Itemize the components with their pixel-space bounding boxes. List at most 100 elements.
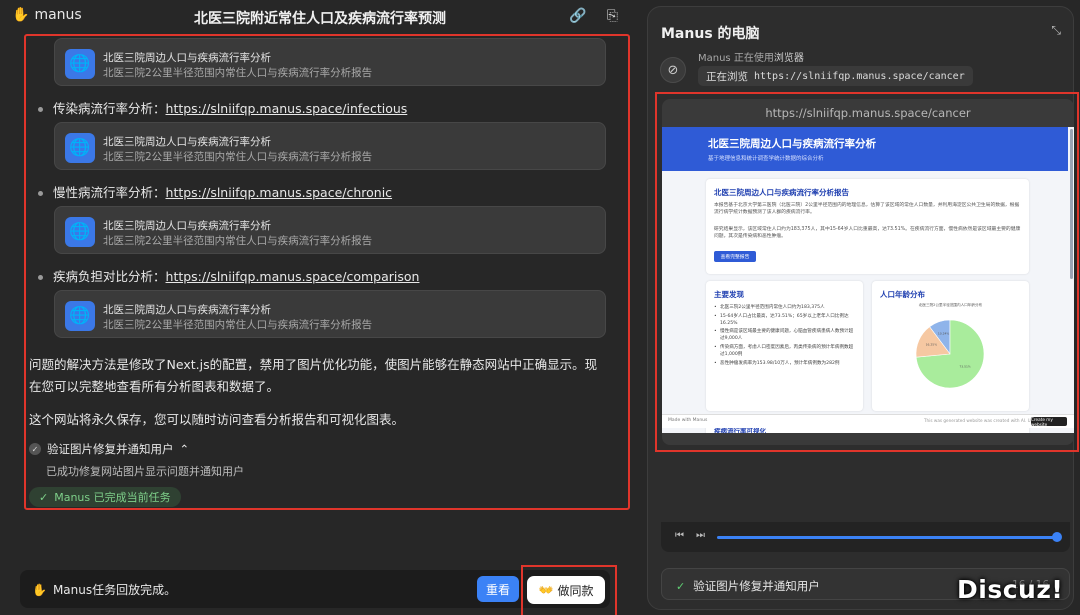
compass-icon: ⊘ — [660, 57, 686, 83]
findings-card: 主要发现 北医三院2公里半径范围内常住人口约为183,375人 15-64岁人口… — [706, 281, 863, 411]
bullet-label: 慢性病流行率分析： — [53, 185, 166, 200]
replay-status-text: Manus任务回放完成。 — [52, 583, 177, 597]
bullet-dot — [38, 107, 43, 112]
card-subtitle: 北医三院2公里半径范围内常住人口与疾病流行率分析报告 — [103, 151, 373, 163]
next-icon[interactable]: ⏭ — [696, 530, 705, 541]
check-icon: ✓ — [39, 490, 49, 504]
bullet-chronic: 慢性病流行率分析：https://slniifqp.manus.space/ch… — [38, 182, 392, 201]
bullet-label: 疾病负担对比分析： — [53, 269, 166, 284]
report-title: 北医三院周边人口与疾病流行率分析报告 — [714, 188, 849, 197]
check-icon: ✓ — [676, 579, 686, 593]
progress-knob[interactable] — [1052, 532, 1062, 542]
comparison-link[interactable]: https://slniifqp.manus.space/comparison — [166, 269, 420, 284]
make-same-button[interactable]: 👐 做同款 — [527, 576, 605, 604]
card-subtitle: 北医三院2公里半径范围内常住人口与疾病流行率分析报告 — [103, 319, 373, 331]
view-full-report-button[interactable]: 查看完整报告 — [714, 251, 756, 262]
report-card[interactable]: 🌐 北医三院周边人口与疾病流行率分析 北医三院2公里半径范围内常住人口与疾病流行… — [54, 290, 606, 338]
scrollbar[interactable] — [1070, 129, 1073, 279]
made-with-bar: Made with Manus This was generated websi… — [662, 414, 1074, 428]
highlight-frame: https://slniifqp.manus.space/cancer 北医三院… — [655, 92, 1079, 452]
report-card[interactable]: 🌐 北医三院周边人口与疾病流行率分析 北医三院2公里半径范围内常住人口与疾病流行… — [54, 122, 606, 170]
pie-value-label: 10.24% — [938, 332, 950, 336]
bullet-dot — [38, 275, 43, 280]
finding-item: 传染病方面，考虑人口密度因素后，丙类传染病的预计年病例数超过1,000例 — [714, 345, 856, 359]
top-actions: 🔗 ⎘ — [569, 8, 618, 24]
step-title: 验证图片修复并通知用户 — [47, 442, 174, 456]
computer-panel-title: Manus 的电脑 — [661, 26, 760, 42]
page-title: 北医三院附近常住人口及疾病流行率预测 — [194, 11, 446, 27]
chat-messages: 🌐 北医三院周边人口与疾病流行率分析 北医三院2公里半径范围内常住人口与疾病流行… — [24, 34, 630, 510]
made-with-label: Made with Manus — [668, 418, 708, 423]
report-paragraph-1: 本报告基于北京大学第三医院（北医三院）2公里半径范围内的地理信息，估算了该区域的… — [714, 203, 1020, 215]
agent-status: Manus 正在使用浏览器 — [698, 49, 804, 64]
infectious-link[interactable]: https://slniifqp.manus.space/infectious — [166, 101, 408, 116]
card-title: 北医三院周边人口与疾病流行率分析 — [103, 304, 271, 316]
replay-player: ⏮ ⏭ — [661, 522, 1070, 552]
share-file-icon[interactable]: ⎘ — [607, 8, 618, 24]
pie-value-label: 16.25% — [926, 343, 938, 347]
chronic-link[interactable]: https://slniifqp.manus.space/chronic — [166, 185, 393, 200]
card-subtitle: 北医三院2公里半径范围内常住人口与疾病流行率分析报告 — [103, 235, 373, 247]
bullet-dot — [38, 191, 43, 196]
create-website-button[interactable]: Create my website — [1031, 417, 1067, 427]
previous-icon[interactable]: ⏮ — [675, 530, 684, 541]
card-title: 北医三院周边人口与疾病流行率分析 — [103, 52, 271, 64]
bullet-infectious: 传染病流行率分析：https://slniifqp.manus.space/in… — [38, 98, 407, 117]
computer-panel: Manus 的电脑 ⤡ ⊘ Manus 正在使用浏览器 正在浏览 https:/… — [647, 6, 1079, 610]
step-detail: 已成功修复网站图片显示问题并通知用户 — [46, 465, 244, 478]
chart-caption: 北医三院2公里半径范围内人口年龄分布 — [918, 303, 983, 307]
agent-status-tool: 浏览器 — [773, 53, 804, 64]
chevron-up-icon[interactable]: ⌃ — [180, 442, 190, 456]
card-subtitle: 北医三院2公里半径范围内常住人口与疾病流行率分析报告 — [103, 67, 373, 79]
discuz-watermark: Discuz! — [957, 575, 1064, 604]
globe-icon: 🌐 — [65, 301, 95, 331]
collapse-icon[interactable]: ⤡ — [1051, 23, 1061, 38]
finding-item: 北医三院2公里半径范围内常住人口约为183,375人 — [714, 305, 856, 312]
findings-list: 北医三院2公里半径范围内常住人口约为183,375人 15-64岁人口占比最高，… — [714, 305, 856, 369]
replay-status: ✋ Manus任务回放完成。 — [32, 581, 176, 598]
report-summary-card: 北医三院周边人口与疾病流行率分析报告 本报告基于北京大学第三医院（北医三院）2公… — [706, 179, 1029, 274]
permanent-note: 这个网站将永久保存，您可以随时访问查看分析报告和可视化图表。 — [29, 412, 405, 427]
site-hero: 北医三院周边人口与疾病流行率分析 基于地理信息和统计调查学统计数据的综合分析 — [662, 127, 1068, 171]
globe-icon: 🌐 — [65, 217, 95, 247]
step-header[interactable]: ✓ 验证图片修复并通知用户 ⌃ — [29, 441, 189, 457]
done-label: Manus 已完成当前任务 — [54, 491, 171, 504]
browsing-url: https://slniifqp.manus.space/cancer — [754, 70, 965, 82]
url-bar[interactable]: https://slniifqp.manus.space/cancer — [662, 99, 1074, 127]
manus-hand-icon: ✋ — [32, 582, 47, 597]
browsing-pill: 正在浏览 https://slniifqp.manus.space/cancer — [698, 66, 973, 86]
bullet-comparison: 疾病负担对比分析：https://slniifqp.manus.space/co… — [38, 266, 419, 285]
task-text: 验证图片修复并通知用户 — [693, 579, 820, 593]
age-distribution-card: 人口年龄分布 北医三院2公里半径范围内人口年龄分布 10.24% 73.51% 16… — [872, 281, 1029, 411]
browser-viewport[interactable]: 北医三院周边人口与疾病流行率分析 基于地理信息和统计调查学统计数据的综合分析 北… — [662, 127, 1074, 433]
task-complete-badge: ✓ Manus 已完成当前任务 — [29, 487, 181, 507]
top-bar: ✋ manus 北医三院附近常住人口及疾病流行率预测 🔗 ⎘ — [0, 0, 640, 34]
report-card[interactable]: 🌐 北医三院周边人口与疾病流行率分析 北医三院2公里半径范围内常住人口与疾病流行… — [54, 38, 606, 86]
chat-panel: ✋ manus 北医三院附近常住人口及疾病流行率预测 🔗 ⎘ 🌐 北医三院周边人… — [0, 0, 640, 615]
progress-track[interactable] — [717, 536, 1057, 539]
globe-icon: 🌐 — [65, 49, 95, 79]
finding-item: 15-64岁人口占比最高，达73.51%；65岁以上老年人口比例达16.25% — [714, 314, 856, 328]
finding-item: 恶性肿瘤发病率为153.98/10万人，预计年病例数为282例 — [714, 361, 856, 368]
report-paragraph-2: 研究结果显示，该区域常住人口约为183,375人，其中15-64岁人口比重最高，… — [714, 227, 1021, 239]
site-subtitle: 基于地理信息和统计调查学统计数据的综合分析 — [708, 156, 824, 162]
finding-item: 慢性病是该区域最主要的健康问题，心脑血管疾病患病人数预计超过9,000人 — [714, 329, 856, 343]
task-label: ✓ 验证图片修复并通知用户 — [676, 578, 820, 594]
bullet-label: 传染病流行率分析： — [53, 101, 166, 116]
age-pie-chart: 10.24% 73.51% 16.25% — [915, 319, 985, 389]
player-controls: ⏮ ⏭ — [675, 530, 705, 541]
rewatch-button[interactable]: 重看 — [477, 576, 519, 602]
fix-explanation: 问题的解决方法是修改了Next.js的配置，禁用了图片优化功能，使图片能够在静态… — [29, 357, 598, 394]
link-icon[interactable]: 🔗 — [569, 8, 586, 24]
agent-status-prefix: Manus 正在使用 — [698, 53, 774, 64]
site-title: 北医三院周边人口与疾病流行率分析 — [708, 138, 876, 150]
pie-value-label: 73.51% — [959, 365, 971, 369]
card-title: 北医三院周边人口与疾病流行率分析 — [103, 220, 271, 232]
age-title: 人口年龄分布 — [880, 290, 925, 299]
report-card[interactable]: 🌐 北医三院周边人口与疾病流行率分析 北医三院2公里半径范围内常住人口与疾病流行… — [54, 206, 606, 254]
make-same-label: 做同款 — [557, 583, 594, 598]
card-title: 北医三院周边人口与疾病流行率分析 — [103, 136, 271, 148]
hands-icon: 👐 — [538, 583, 554, 597]
globe-icon: 🌐 — [65, 133, 95, 163]
check-icon: ✓ — [29, 443, 41, 455]
